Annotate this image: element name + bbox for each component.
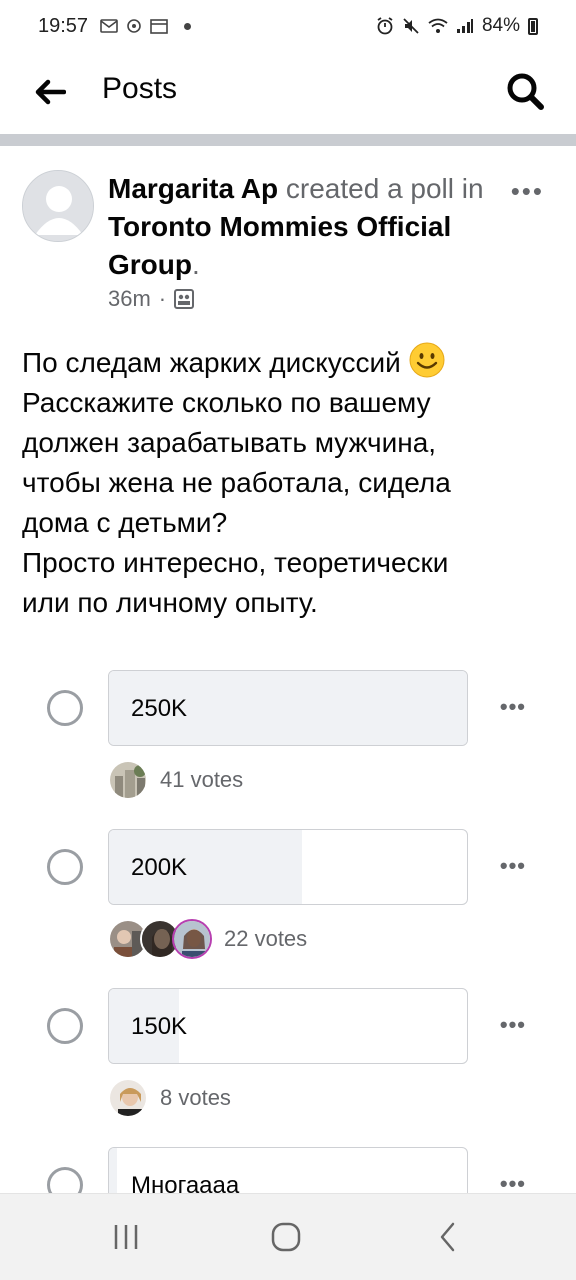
poll-votes-count: 22 votes (224, 926, 308, 951)
home-icon (271, 1222, 301, 1252)
author-name[interactable]: Margarita Ap (108, 173, 278, 204)
search-button[interactable] (504, 70, 548, 114)
post-text-line: или по личному опыту. (22, 587, 318, 618)
battery-percent: 84% (481, 15, 520, 36)
back-button[interactable] (30, 74, 70, 110)
post-text-line: дома с детьми? (22, 507, 228, 538)
status-bar: 19:57 84% (0, 0, 576, 52)
arrow-left-icon (35, 79, 66, 105)
system-nav-bar (0, 1193, 576, 1280)
poll-option-more-button[interactable]: ••• (500, 1012, 526, 1038)
poll-voters[interactable]: 8 votes (108, 1078, 231, 1118)
status-right: 84% (376, 15, 538, 37)
home-button[interactable] (256, 1212, 316, 1262)
search-icon (507, 73, 544, 110)
smiling-face-icon (409, 342, 445, 378)
group-name[interactable]: Toronto Mommies Official Group (108, 211, 451, 280)
app-header: Posts (0, 52, 576, 132)
post-text-line: По следам жарких дискуссий (22, 342, 542, 383)
poll-voters[interactable]: 41 votes (108, 760, 243, 800)
poll-option-radio[interactable] (47, 1008, 83, 1044)
calendar-icon (150, 19, 168, 34)
post-timestamp: 36m · (108, 286, 195, 312)
wifi-icon (428, 18, 448, 33)
mute-icon (403, 18, 419, 34)
post-action: created a poll in (285, 173, 484, 204)
voter-avatar (172, 919, 212, 959)
poll-option-label: 200K (131, 854, 188, 881)
section-divider (0, 134, 576, 146)
post-time-text[interactable]: 36m (108, 286, 151, 312)
poll-option-more-button[interactable]: ••• (500, 694, 526, 720)
gmail-icon (100, 19, 118, 33)
period: . (192, 249, 200, 280)
author-avatar[interactable] (22, 170, 94, 242)
chevron-left-icon (440, 1222, 455, 1252)
voter-avatar (108, 760, 148, 800)
group-audience-icon (174, 289, 195, 309)
poll-option-label: 150K (131, 1013, 188, 1040)
dot-icon (184, 22, 192, 30)
post-author-line: Margarita Ap created a poll in Toronto M… (108, 170, 488, 284)
poll-votes-count: 41 votes (160, 767, 244, 792)
poll-option-bar[interactable]: 200K (108, 829, 468, 905)
poll-option-label: 250K (131, 695, 188, 722)
post-body: По следам жарких дискуссий Расскажите ск… (22, 342, 542, 623)
poll-option-more-button[interactable]: ••• (500, 853, 526, 879)
separator-dot: · (158, 286, 167, 311)
battery-icon (528, 17, 538, 35)
default-avatar-icon (23, 171, 93, 241)
poll-votes-count: 8 votes (160, 1085, 231, 1110)
back-nav-button[interactable] (418, 1212, 478, 1262)
poll-option-radio[interactable] (47, 690, 83, 726)
signal-icon (456, 19, 473, 33)
recent-apps-icon (114, 1225, 138, 1249)
post-text-line: Просто интересно, теоретически (22, 547, 449, 578)
recent-apps-button[interactable] (96, 1212, 156, 1262)
status-time: 19:57 (38, 14, 89, 37)
poll-option-bar[interactable]: 250K (108, 670, 468, 746)
page-title: Posts (102, 72, 178, 105)
post-text-line: Расскажите сколько по вашему (22, 387, 431, 418)
settings-notification-icon (127, 19, 141, 33)
voter-avatar (108, 1078, 148, 1118)
post-text-line: должен зарабатывать мужчина, (22, 427, 437, 458)
poll-voters[interactable]: 22 votes (108, 919, 307, 959)
notification-icons (100, 18, 192, 34)
poll-option-radio[interactable] (47, 849, 83, 885)
post-more-button[interactable]: ••• (511, 176, 544, 207)
poll-option-bar[interactable]: 150K (108, 988, 468, 1064)
post-text-line: чтобы жена не работала, сидела (22, 467, 451, 498)
alarm-icon (377, 17, 393, 35)
